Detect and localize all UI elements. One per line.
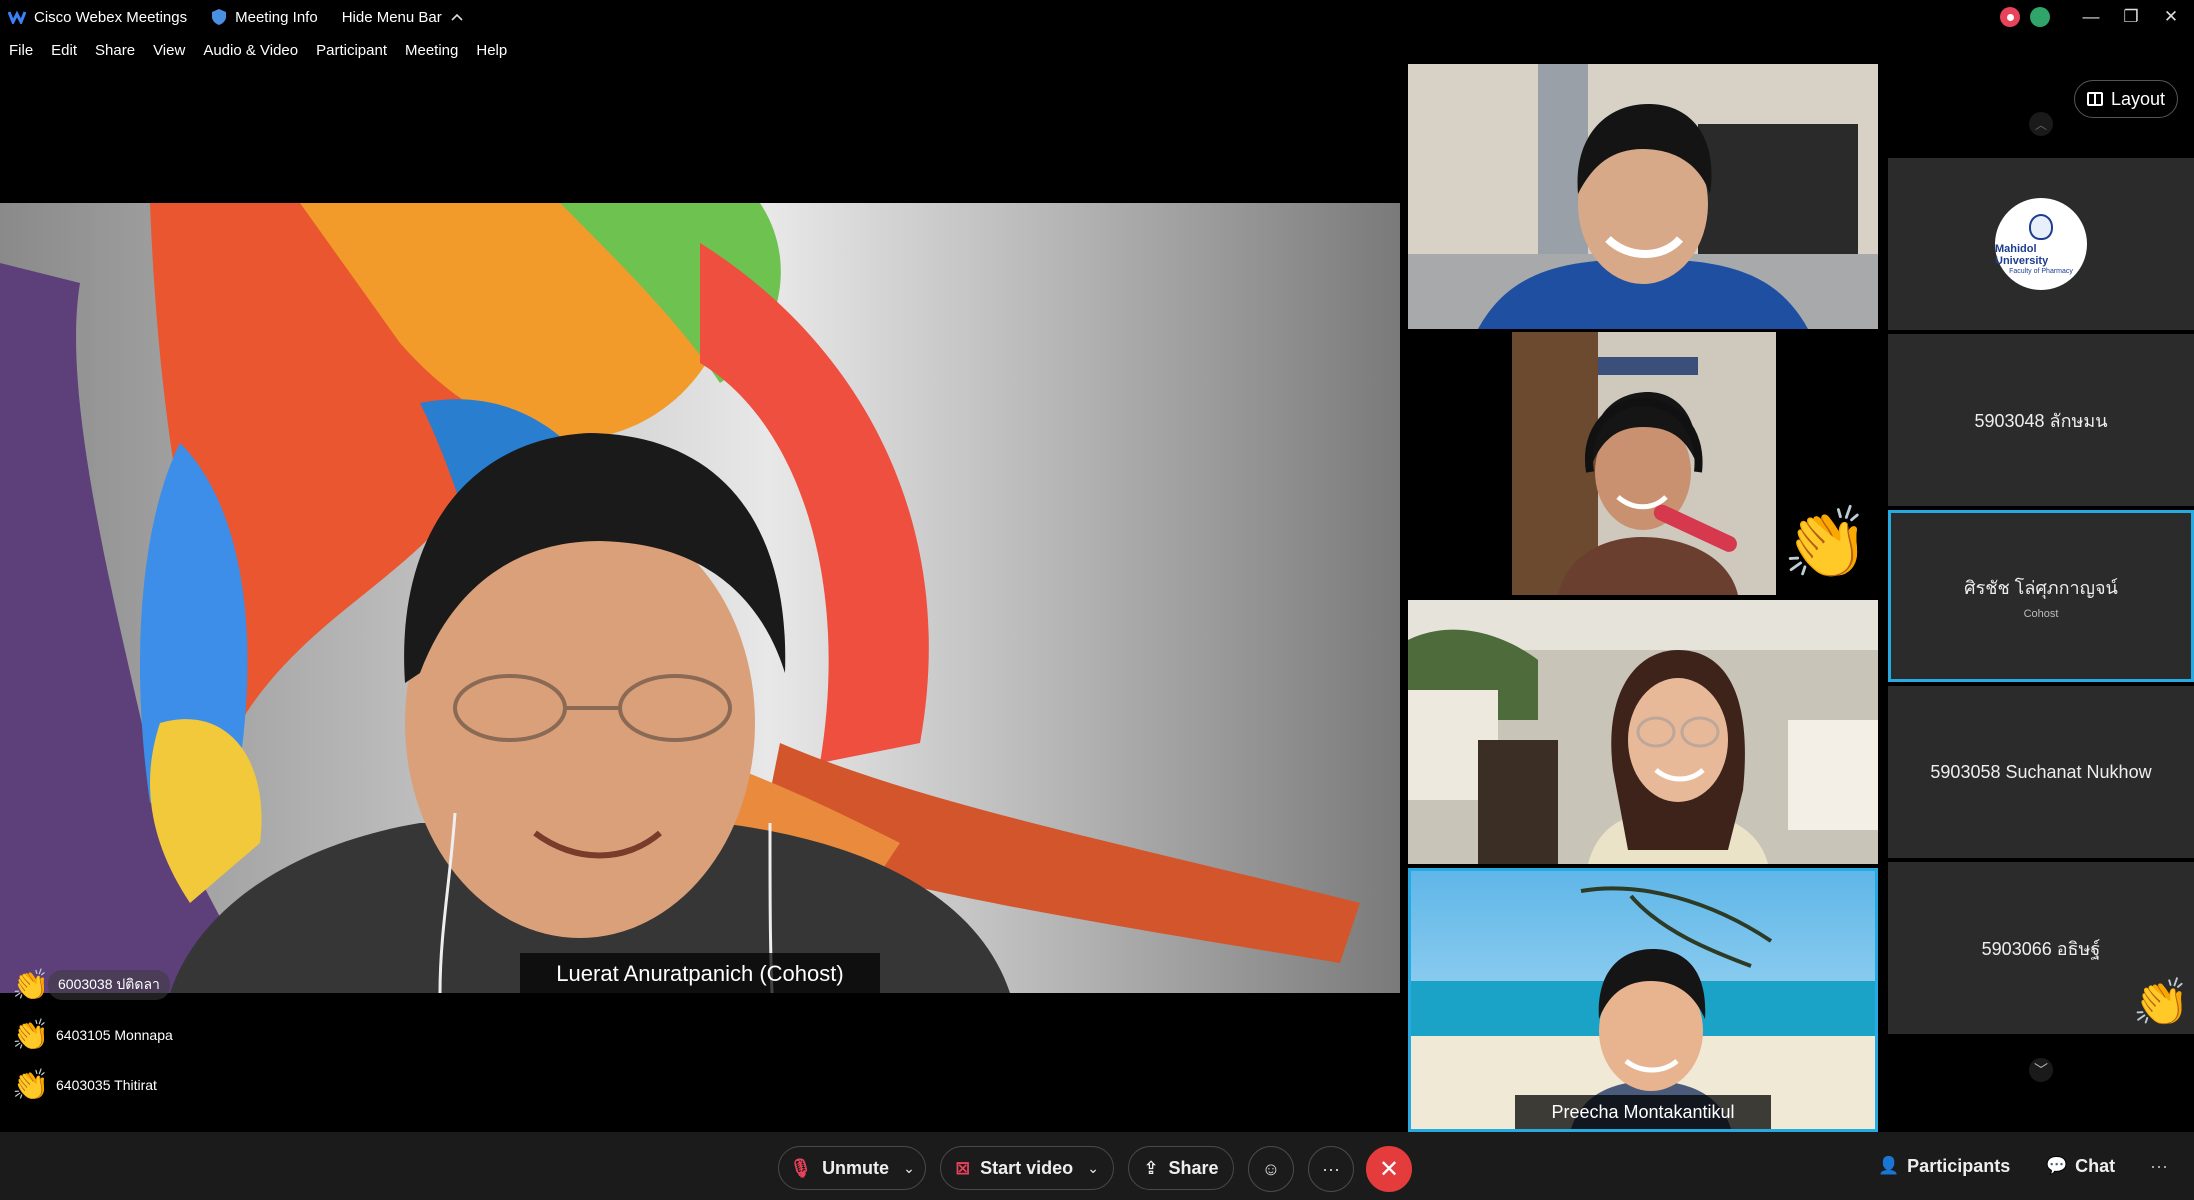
share-screen-icon: ⇪ — [1143, 1157, 1159, 1178]
reaction-item: 👏 6003038 ปติดลา — [12, 960, 173, 1010]
roster-name: 5903048 ลักษมน — [1974, 410, 2108, 431]
reaction-participant: 6003038 ปติดลา — [48, 970, 170, 1000]
video-tile[interactable]: Preecha Montakantikul — [1408, 868, 1878, 1132]
reactions-list: 👏 6003038 ปติดลา 👏 6403105 Monnapa 👏 640… — [12, 960, 173, 1110]
roster-tile[interactable]: 5903058 Suchanat Nukhow — [1888, 686, 2194, 858]
close-window-button[interactable]: ✕ — [2154, 0, 2188, 34]
layout-button[interactable]: Layout — [2074, 80, 2178, 118]
start-video-label: Start video — [980, 1157, 1074, 1178]
shield-icon — [212, 9, 227, 25]
menu-file[interactable]: File — [9, 42, 33, 59]
logo-text: Mahidol University — [1995, 242, 2049, 267]
chat-label: Chat — [2075, 1155, 2116, 1176]
active-speaker-name: Luerat Anuratpanich (Cohost) — [520, 953, 880, 995]
scroll-up-button[interactable]: ︿ — [2029, 112, 2053, 136]
participants-button[interactable]: 👤 Participants — [1878, 1132, 2010, 1200]
share-button[interactable]: ⇪ Share — [1128, 1146, 1234, 1190]
chat-button[interactable]: 💬 Chat — [2046, 1132, 2115, 1200]
logo-subtext: Faculty of Pharmacy — [2009, 267, 2073, 275]
minimize-button[interactable]: — — [2074, 0, 2108, 34]
clapping-hands-icon: 👏 — [12, 1018, 50, 1052]
menu-participant[interactable]: Participant — [316, 42, 387, 59]
reaction-participant: 6403035 Thitirat — [56, 1077, 157, 1093]
layout-label: Layout — [2110, 88, 2166, 109]
title-bar: Cisco Webex Meetings Meeting Info Hide M… — [0, 0, 2194, 34]
leave-meeting-button[interactable]: ✕ — [1366, 1146, 1412, 1192]
unmute-button[interactable]: 🎙 Unmute ⌄ — [778, 1146, 926, 1190]
layout-icon — [2086, 92, 2103, 106]
hide-menu-bar-button[interactable]: Hide Menu Bar — [342, 9, 464, 26]
roster-tile-selected[interactable]: ศิรชัช โล่ศุภกาญจน์ Cohost — [1888, 510, 2194, 682]
menu-edit[interactable]: Edit — [51, 42, 77, 59]
menu-audio-video[interactable]: Audio & Video — [203, 42, 298, 59]
chat-bubble-icon: 💬 — [2046, 1156, 2068, 1175]
reaction-participant: 6403105 Monnapa — [56, 1027, 173, 1043]
meeting-controls: 🎙 Unmute ⌄ ⊠ Start video ⌄ ⇪ Share ☺ ···… — [0, 1132, 2194, 1200]
roster-tile[interactable]: 5903048 ลักษมน — [1888, 334, 2194, 506]
clapping-hands-icon: 👏 — [1782, 504, 1870, 582]
video-tile[interactable] — [1408, 600, 1878, 864]
reaction-item: 👏 6403035 Thitirat — [12, 1060, 173, 1110]
network-status-icon[interactable] — [2030, 7, 2050, 27]
participant-video — [1411, 871, 1875, 1129]
recording-indicator-icon[interactable] — [2000, 7, 2020, 27]
video-tile[interactable]: 👏 — [1408, 332, 1878, 595]
chevron-up-icon: ︿ — [2034, 117, 2047, 132]
clapping-hands-icon: 👏 — [2132, 976, 2190, 1028]
video-tile-name: Preecha Montakantikul — [1515, 1095, 1771, 1129]
titlebar-right: — ❐ ✕ — [2000, 0, 2194, 34]
meeting-info-button[interactable]: Meeting Info — [211, 8, 318, 26]
reaction-item: 👏 6403105 Monnapa — [12, 1010, 173, 1060]
scroll-down-button[interactable]: ﹀ — [2029, 1058, 2053, 1082]
speaker-video-frame — [0, 203, 1400, 993]
start-video-button[interactable]: ⊠ Start video ⌄ — [940, 1146, 1114, 1190]
university-seal-icon — [2029, 213, 2053, 240]
clapping-hands-icon: 👏 — [12, 1068, 50, 1102]
video-off-icon: ⊠ — [955, 1157, 971, 1178]
chevron-up-icon — [451, 13, 463, 21]
menu-meeting[interactable]: Meeting — [405, 42, 458, 59]
overflow-menu-button[interactable]: ··· — [2150, 1132, 2168, 1200]
more-options-button[interactable]: ··· — [1308, 1146, 1354, 1192]
menu-share[interactable]: Share — [95, 42, 135, 59]
roster-tile[interactable]: 5903066 อธิษฐ์ 👏 — [1888, 862, 2194, 1034]
app-title: Cisco Webex Meetings — [8, 9, 187, 26]
mahidol-university-logo: Mahidol University Faculty of Pharmacy — [1995, 198, 2087, 290]
menu-view[interactable]: View — [153, 42, 185, 59]
microphone-muted-icon: 🎙 — [789, 1157, 813, 1178]
meeting-info-label: Meeting Info — [235, 8, 318, 26]
chevron-down-icon[interactable]: ⌄ — [903, 1160, 915, 1177]
app-name: Cisco Webex Meetings — [34, 8, 188, 26]
share-label: Share — [1168, 1157, 1219, 1178]
roster-name: 5903058 Suchanat Nukhow — [1930, 761, 2152, 782]
reactions-button[interactable]: ☺ — [1248, 1146, 1294, 1192]
active-speaker-video[interactable] — [0, 203, 1400, 993]
chevron-down-icon: ﹀ — [2034, 1062, 2048, 1078]
participant-video — [1408, 64, 1878, 329]
restore-button[interactable]: ❐ — [2114, 0, 2148, 34]
roster-name: 5903066 อธิษฐ์ — [1981, 938, 2101, 959]
hide-menu-bar-label: Hide Menu Bar — [341, 8, 442, 26]
participants-label: Participants — [1907, 1155, 2011, 1176]
video-tile[interactable] — [1408, 64, 1878, 329]
unmute-label: Unmute — [822, 1157, 890, 1178]
roster-role: Cohost — [2023, 607, 2059, 620]
menu-bar: File Edit Share View Audio & Video Parti… — [0, 34, 2194, 66]
webex-logo-icon — [8, 10, 26, 24]
participant-video — [1408, 600, 1878, 864]
roster-name: ศิรชัช โล่ศุภกาญจน์ — [1964, 577, 2118, 598]
chevron-down-icon[interactable]: ⌄ — [1087, 1160, 1099, 1177]
smiley-icon: ☺ — [1261, 1158, 1281, 1179]
menu-help[interactable]: Help — [476, 42, 507, 59]
person-icon: 👤 — [1878, 1156, 1900, 1175]
roster-tile[interactable]: Mahidol University Faculty of Pharmacy — [1888, 158, 2194, 330]
